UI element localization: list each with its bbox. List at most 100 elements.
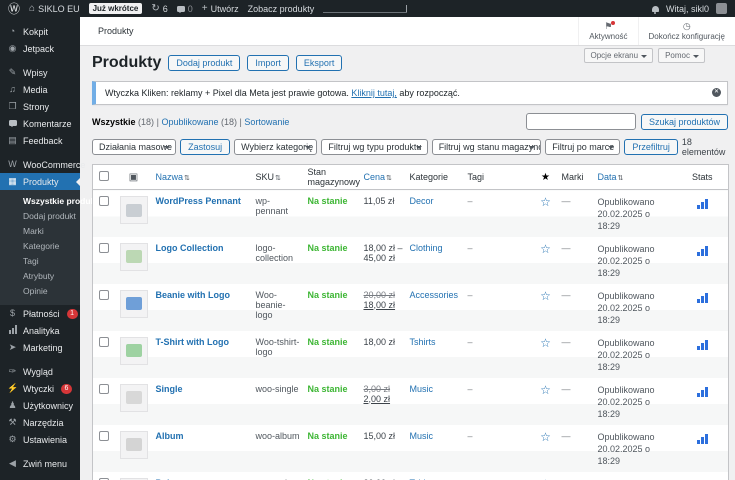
- column-header-name[interactable]: Nazwa⇅: [152, 164, 253, 190]
- column-header-price[interactable]: Cena⇅: [360, 164, 407, 190]
- sidebar-item-settings[interactable]: ⚙ Ustawienia: [0, 431, 80, 448]
- sidebar-label: Strony: [23, 101, 50, 112]
- finish-setup-button[interactable]: ◷ Dokończ konfigurację: [637, 17, 735, 45]
- row-checkbox[interactable]: [98, 196, 109, 206]
- product-name-link[interactable]: Logo Collection: [156, 243, 224, 253]
- sidebar-item-payments[interactable]: $ Płatności 1: [0, 305, 80, 322]
- stats-icon[interactable]: [696, 433, 708, 444]
- submenu-all-products[interactable]: Wszystkie produkty: [0, 194, 103, 209]
- product-thumbnail[interactable]: [119, 242, 148, 271]
- stock-status-filter-select[interactable]: Filtruj wg stanu magazynow: [431, 139, 542, 155]
- notice-link[interactable]: Kliknij tutaj,: [351, 88, 397, 98]
- stats-icon[interactable]: [696, 292, 708, 303]
- sidebar-collapse-menu[interactable]: ◀ Zwiń menu: [0, 455, 80, 472]
- search-products-input[interactable]: [525, 113, 636, 130]
- product-name-link[interactable]: Album: [156, 431, 184, 441]
- brand-filter-select[interactable]: Filtruj po marce: [545, 139, 621, 155]
- product-thumbnail[interactable]: [119, 383, 148, 412]
- updates-menu[interactable]: ↻ 6: [151, 3, 167, 14]
- feature-star-icon[interactable]: ☆: [540, 195, 551, 209]
- sidebar-item-appearance[interactable]: ✑ Wygląd: [0, 363, 80, 380]
- product-category-link[interactable]: Accessories: [410, 290, 459, 300]
- sidebar-item-pages[interactable]: ❐ Strony: [0, 98, 80, 115]
- sidebar-item-media[interactable]: ♫ Media: [0, 81, 80, 98]
- help-button[interactable]: Pomoc: [658, 48, 705, 63]
- product-category-link[interactable]: Music: [410, 431, 434, 441]
- comments-menu[interactable]: 0: [176, 4, 193, 14]
- screen-options-button[interactable]: Opcje ekranu: [583, 48, 654, 63]
- bulk-actions-select[interactable]: Działania masowe: [92, 139, 177, 155]
- row-checkbox[interactable]: [98, 430, 109, 441]
- product-category-link[interactable]: Tshirts: [410, 337, 436, 347]
- sidebar-item-tools[interactable]: ⚒ Narzędzia: [0, 414, 80, 431]
- sidebar-item-posts[interactable]: ✎ Wpisy: [0, 64, 80, 81]
- sidebar-item-analytics[interactable]: Analityka: [0, 322, 80, 339]
- view-products-link[interactable]: Zobacz produkty: [248, 4, 315, 14]
- category-filter-select[interactable]: Wybierz kategorię: [234, 139, 318, 155]
- product-price: 20,00 zł: [360, 471, 407, 480]
- feature-star-icon[interactable]: ☆: [540, 477, 551, 480]
- user-greeting[interactable]: Witaj, sikl0: [666, 4, 709, 14]
- wordpress-logo-menu[interactable]: Ⓦ: [8, 3, 20, 15]
- select-all-checkbox[interactable]: [98, 171, 109, 181]
- stats-icon[interactable]: [696, 245, 708, 256]
- feature-star-icon[interactable]: ☆: [540, 430, 551, 444]
- submenu-attributes[interactable]: Atrybuty: [0, 269, 80, 284]
- admin-bar-input[interactable]: [323, 4, 408, 13]
- activity-button[interactable]: ⚑ Aktywność: [578, 17, 637, 45]
- product-thumbnail[interactable]: [119, 196, 148, 224]
- product-name-link[interactable]: Single: [156, 384, 183, 394]
- view-published-link[interactable]: Opublikowane: [161, 117, 218, 127]
- column-header-sku[interactable]: SKU⇅: [252, 164, 305, 190]
- sidebar-item-plugins[interactable]: ⚡ Wtyczki 6: [0, 380, 80, 397]
- row-checkbox[interactable]: [98, 242, 109, 253]
- sidebar-item-comments[interactable]: Komentarze: [0, 115, 80, 132]
- stats-icon[interactable]: [696, 199, 708, 209]
- submenu-add-product[interactable]: Dodaj produkt: [0, 209, 80, 224]
- view-all-link[interactable]: Wszystkie: [92, 117, 136, 127]
- add-product-button[interactable]: Dodaj produkt: [168, 55, 241, 71]
- product-thumbnail[interactable]: [119, 336, 148, 365]
- sidebar-item-users[interactable]: ♟ Użytkownicy: [0, 397, 80, 414]
- stats-icon[interactable]: [696, 386, 708, 397]
- dismiss-notice-icon[interactable]: ✕: [712, 88, 721, 97]
- user-avatar[interactable]: [716, 3, 727, 14]
- sidebar-item-jetpack[interactable]: ◉ Jetpack: [0, 40, 80, 57]
- feature-star-icon[interactable]: ☆: [540, 383, 551, 397]
- sidebar-item-marketing[interactable]: ➤ Marketing: [0, 339, 80, 356]
- sidebar-item-woocommerce[interactable]: W WooCommerce: [0, 156, 85, 173]
- sidebar-item-feedback[interactable]: ▤ Feedback: [0, 132, 80, 149]
- product-thumbnail[interactable]: [119, 289, 148, 318]
- product-name-link[interactable]: T-Shirt with Logo: [156, 337, 230, 347]
- sidebar-item-products[interactable]: ▦ Produkty: [0, 173, 80, 190]
- product-type-filter-select[interactable]: Filtruj wg typu produktu: [321, 139, 428, 155]
- product-category-link[interactable]: Decor: [410, 196, 434, 206]
- notifications-bell-icon[interactable]: [651, 5, 659, 14]
- product-category-link[interactable]: Clothing: [410, 243, 443, 253]
- row-checkbox[interactable]: [98, 383, 109, 394]
- stats-icon[interactable]: [696, 339, 708, 350]
- submenu-reviews[interactable]: Opinie: [0, 284, 80, 299]
- product-name-link[interactable]: WordPress Pennant: [156, 196, 241, 206]
- column-header-date[interactable]: Data⇅: [594, 164, 677, 190]
- import-button[interactable]: Import: [247, 55, 289, 71]
- feature-star-icon[interactable]: ☆: [540, 242, 551, 256]
- product-name-link[interactable]: Beanie with Logo: [156, 290, 231, 300]
- product-thumbnail[interactable]: [119, 430, 148, 459]
- submenu-brands[interactable]: Marki: [0, 224, 80, 239]
- row-checkbox[interactable]: [98, 336, 109, 347]
- view-sorting-link[interactable]: Sortowanie: [244, 117, 289, 127]
- site-name-link[interactable]: ⌂ SIKLO EU: [29, 3, 80, 14]
- export-button[interactable]: Eksport: [295, 55, 343, 71]
- submenu-tags[interactable]: Tagi: [0, 254, 80, 269]
- apply-button[interactable]: Zastosuj: [180, 139, 231, 155]
- sidebar-item-dashboard[interactable]: ◔ Kokpit: [0, 23, 80, 40]
- feature-star-icon[interactable]: ☆: [540, 336, 551, 350]
- search-products-button[interactable]: Szukaj produktów: [640, 113, 728, 130]
- product-category-link[interactable]: Music: [410, 384, 434, 394]
- feature-star-icon[interactable]: ☆: [540, 289, 551, 303]
- new-content-menu[interactable]: + Utwórz: [202, 3, 239, 14]
- submenu-categories[interactable]: Kategorie: [0, 239, 80, 254]
- row-checkbox[interactable]: [98, 289, 109, 300]
- filter-button[interactable]: Przefiltruj: [624, 139, 678, 155]
